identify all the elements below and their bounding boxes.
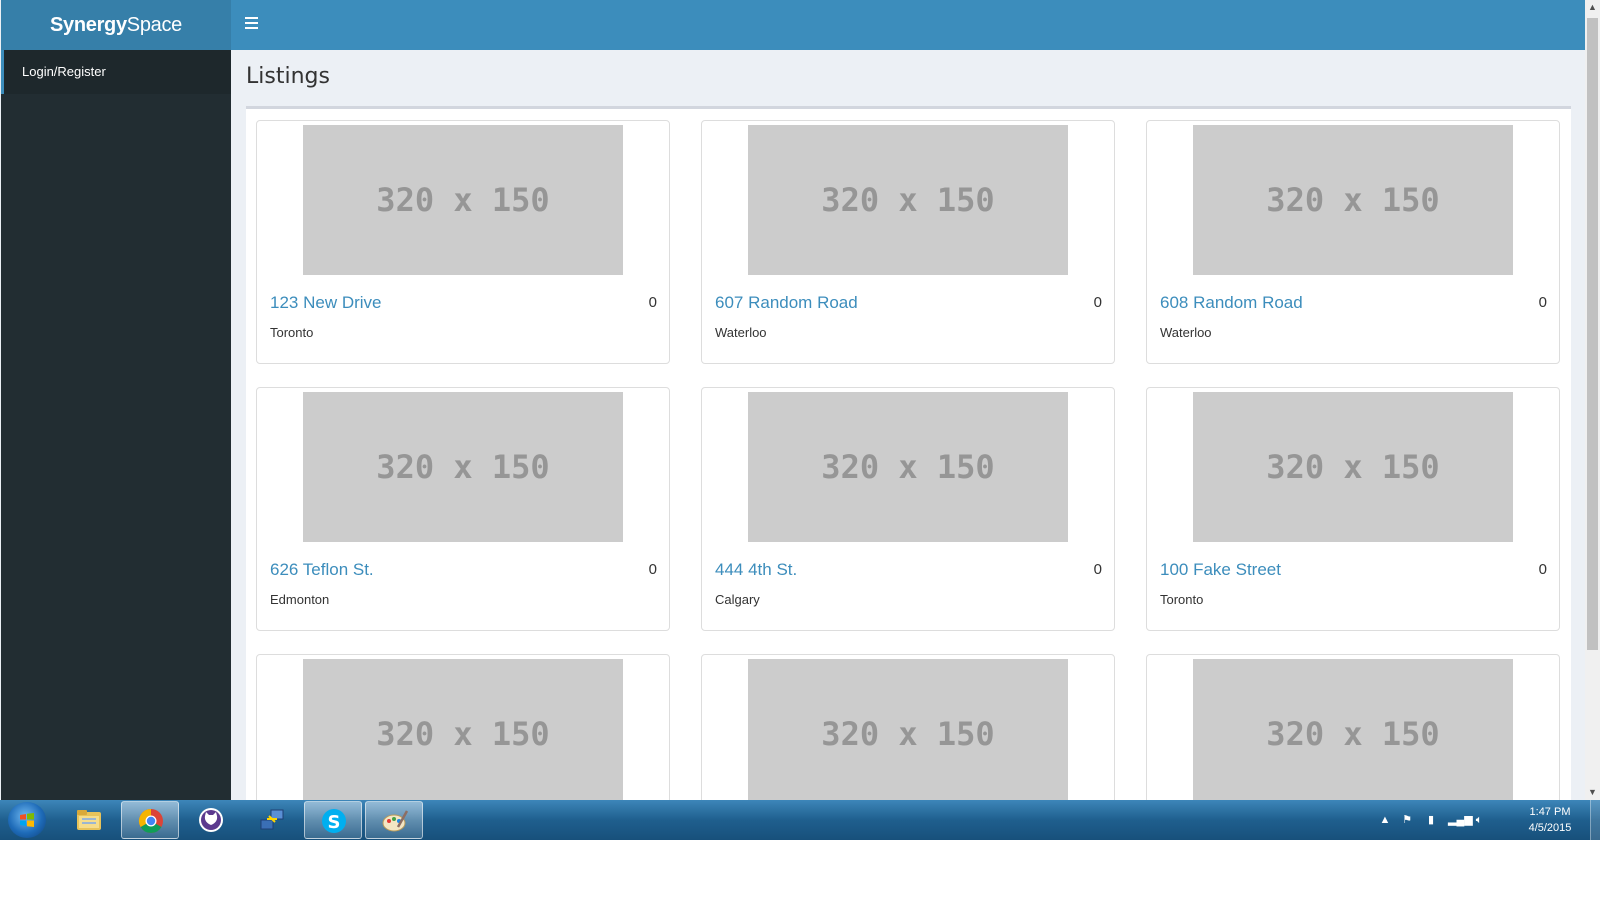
chrome-icon [138, 809, 163, 834]
listing-title-link[interactable]: 100 Fake Street [1160, 560, 1281, 580]
scroll-up-arrow-icon[interactable]: ▲ [1585, 0, 1600, 15]
show-hidden-icons-icon[interactable]: ▲ [1378, 814, 1392, 826]
listing-count: 0 [1538, 294, 1547, 311]
listing-card: 320 x 150 607 Random Road 0 Waterloo [701, 120, 1115, 364]
listing-image-placeholder: 320 x 150 [303, 392, 623, 542]
power-icon[interactable]: ▮ [1424, 814, 1438, 826]
listing-title-link[interactable]: 444 4th St. [715, 560, 797, 580]
listing-card: 320 x 150 [256, 654, 670, 800]
listing-card: 320 x 150 608 Random Road 0 Waterloo [1146, 120, 1560, 364]
listing-city: Calgary [715, 592, 760, 607]
taskbar-chrome-button[interactable] [121, 801, 179, 839]
start-button[interactable] [8, 802, 46, 838]
listing-city: Toronto [270, 325, 314, 340]
folder-icon [77, 810, 101, 830]
listing-count: 0 [1093, 561, 1102, 578]
brand-name-bold: Synergy [49, 14, 127, 36]
listing-image-placeholder: 320 x 150 [303, 659, 623, 800]
listing-count: 0 [648, 561, 657, 578]
listing-image-placeholder: 320 x 150 [748, 659, 1068, 800]
listing-card: 320 x 150 [701, 654, 1115, 800]
listing-image-placeholder: 320 x 150 [1193, 659, 1513, 800]
volume-icon[interactable]: 🔈︎ [1472, 814, 1486, 826]
listing-title-link[interactable]: 607 Random Road [715, 293, 858, 313]
listing-image-placeholder: 320 x 150 [1193, 125, 1513, 275]
taskbar-paint-button[interactable] [365, 801, 423, 839]
windows-logo-icon [20, 813, 34, 827]
clock-date: 4/5/2015 [1528, 822, 1572, 834]
brand-name-light: Space [126, 14, 183, 36]
listing-card: 320 x 150 123 New Drive 0 Toronto [256, 120, 670, 364]
listing-count: 0 [648, 294, 657, 311]
skype-icon: S [322, 809, 346, 833]
content-area: Listings 320 x 150 123 New Drive 0 Toron… [231, 50, 1585, 800]
sidebar-item-login-register[interactable]: Login/Register [1, 50, 231, 94]
show-desktop-button[interactable] [1590, 800, 1600, 840]
listing-image-placeholder: 320 x 150 [748, 125, 1068, 275]
listing-city: Waterloo [715, 325, 767, 340]
listing-card: 320 x 150 [1146, 654, 1560, 800]
listing-image-placeholder: 320 x 150 [1193, 392, 1513, 542]
network-computer-icon [260, 809, 284, 830]
action-center-flag-icon[interactable]: ⚑ [1400, 814, 1414, 826]
sidebar-item-label: Login/Register [22, 64, 106, 79]
taskbar-clock[interactable]: 1:47 PM 4/5/2015 [1510, 804, 1590, 836]
taskbar-skype-button[interactable]: S [304, 801, 362, 839]
listing-city: Toronto [1160, 592, 1204, 607]
browser-viewport: SynergySpace Login/Register Listings 320… [0, 0, 1600, 840]
scrollbar-thumb[interactable] [1587, 18, 1598, 650]
scroll-down-arrow-icon[interactable]: ▼ [1585, 785, 1600, 800]
listing-image-placeholder: 320 x 150 [303, 125, 623, 275]
listing-city: Waterloo [1160, 325, 1212, 340]
listing-title-link[interactable]: 123 New Drive [270, 293, 382, 313]
listing-card: 320 x 150 626 Teflon St. 0 Edmonton [256, 387, 670, 631]
listing-card: 320 x 150 444 4th St. 0 Calgary [701, 387, 1115, 631]
listing-title-link[interactable]: 626 Teflon St. [270, 560, 374, 580]
sidebar: SynergySpace Login/Register [1, 0, 231, 800]
listing-count: 0 [1093, 294, 1102, 311]
listing-count: 0 [1538, 561, 1547, 578]
taskbar-explorer-button[interactable] [60, 801, 118, 839]
network-signal-icon[interactable]: ▂▄▆ [1448, 814, 1473, 826]
brand-logo[interactable]: SynergySpace [1, 0, 231, 50]
page-title: Listings [246, 64, 330, 89]
listing-image-placeholder: 320 x 150 [748, 392, 1068, 542]
top-navbar [231, 0, 1585, 50]
clock-time: 1:47 PM [1529, 806, 1571, 818]
taskbar-github-button[interactable] [182, 801, 240, 839]
vertical-scrollbar[interactable]: ▲ ▼ [1585, 0, 1600, 800]
listing-city: Edmonton [270, 592, 330, 607]
taskbar-network-tool-button[interactable] [243, 801, 301, 839]
github-icon [199, 808, 223, 832]
windows-taskbar: S [0, 800, 1600, 840]
sidebar-toggle-icon[interactable] [245, 17, 258, 33]
listing-title-link[interactable]: 608 Random Road [1160, 293, 1303, 313]
listings-box: 320 x 150 123 New Drive 0 Toronto 320 x … [246, 106, 1571, 800]
svg-text:S: S [328, 812, 341, 833]
paint-icon [382, 810, 409, 832]
listing-card: 320 x 150 100 Fake Street 0 Toronto [1146, 387, 1560, 631]
